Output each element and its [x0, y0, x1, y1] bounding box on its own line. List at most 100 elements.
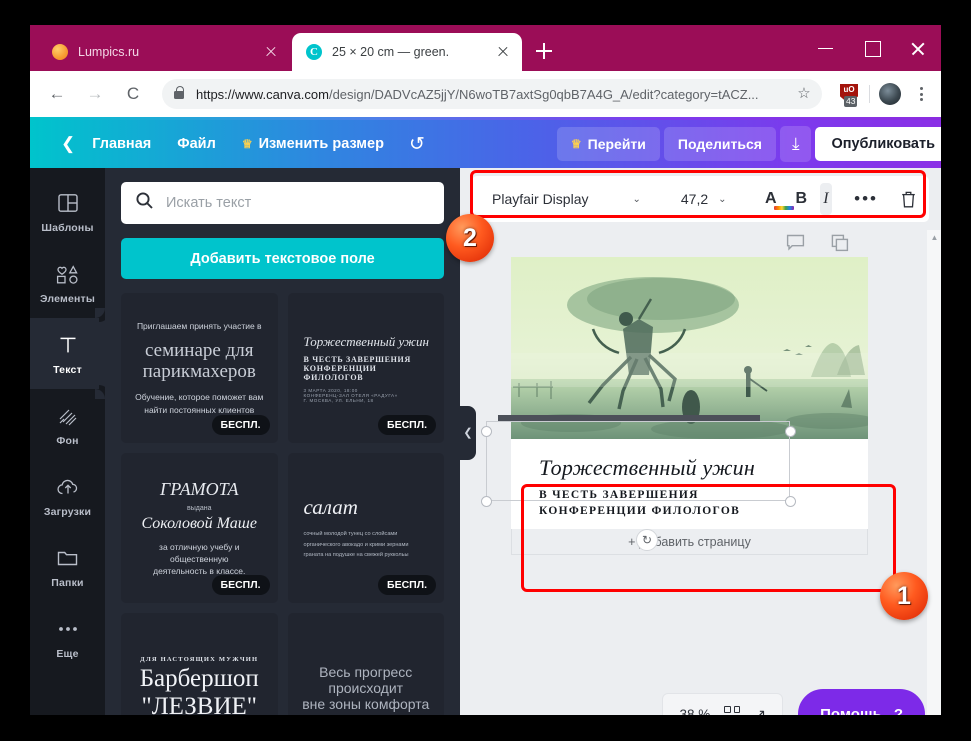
- text-template-card[interactable]: Приглашаем принять участие в семинаре дл…: [121, 293, 278, 443]
- menu-file[interactable]: Файл: [164, 129, 229, 159]
- sidebar-label: Папки: [51, 576, 84, 589]
- new-tab-button[interactable]: [530, 37, 558, 65]
- toolbar-divider: [869, 85, 870, 103]
- resize-handle-tl[interactable]: [481, 426, 492, 437]
- browser-toolbar: ← → C https://www.canva.com/design/DADVc…: [30, 71, 941, 117]
- rotate-handle-icon[interactable]: ↻: [636, 529, 658, 551]
- canva-top-bar: ❮ Главная Файл ♕ Изменить размер ↺ ♕ Пер…: [30, 120, 941, 168]
- text-template-card[interactable]: ГРАМОТА выдана Соколовой Маше за отличну…: [121, 453, 278, 603]
- minimize-icon[interactable]: [803, 25, 849, 71]
- sidebar-item-templates[interactable]: Шаблоны: [30, 176, 105, 247]
- text-template-card[interactable]: ДЛЯ НАСТОЯЩИХ МУЖЧИН Барбершоп "ЛЕЗВИЕ": [121, 613, 278, 715]
- free-badge: БЕСПЛ.: [378, 575, 436, 595]
- resize-handle-br[interactable]: [785, 496, 796, 507]
- browser-tab-lumpics[interactable]: Lumpics.ru: [38, 33, 290, 71]
- templates-icon: [57, 190, 79, 216]
- bold-button[interactable]: B: [795, 183, 808, 215]
- card-line: Обучение, которое поможет вам: [135, 392, 264, 403]
- sidebar-label: Элементы: [39, 292, 96, 305]
- crown-icon: ♕: [241, 137, 253, 151]
- forward-icon[interactable]: →: [80, 79, 110, 109]
- text-color-icon: A: [765, 190, 777, 207]
- chevron-down-icon: ⌄: [632, 193, 641, 205]
- window-controls: [803, 25, 941, 71]
- text-color-button[interactable]: A: [765, 183, 794, 215]
- undo-icon[interactable]: ↺: [397, 129, 437, 160]
- reload-icon[interactable]: C: [118, 79, 148, 109]
- annotation-badge-1: 1: [880, 572, 928, 620]
- zoom-percent-label[interactable]: 38 %: [679, 707, 710, 716]
- italic-button[interactable]: I: [819, 183, 833, 215]
- card-line: найти постоянных клиентов: [144, 404, 255, 415]
- sidebar-item-elements[interactable]: Элементы: [30, 247, 105, 318]
- search-input[interactable]: [166, 195, 430, 211]
- resize-handle-tr[interactable]: [785, 426, 796, 437]
- text-template-card[interactable]: салат сочный молодой тунец со слойсами о…: [287, 453, 444, 603]
- window-close-icon[interactable]: [895, 25, 941, 71]
- folders-icon: [56, 545, 79, 571]
- publish-button[interactable]: Опубликовать: [815, 127, 941, 161]
- card-line: В ЧЕСТЬ ЗАВЕРШЕНИЯ: [303, 354, 411, 364]
- text-selection-box[interactable]: [486, 421, 790, 501]
- back-chevron-icon[interactable]: ❮: [48, 127, 79, 161]
- grid-view-icon[interactable]: [724, 706, 741, 715]
- card-line: Приглашаем принять участие в: [136, 321, 262, 332]
- sidebar-item-uploads[interactable]: Загрузки: [30, 460, 105, 531]
- elements-icon: [55, 261, 81, 287]
- menu-resize[interactable]: ♕ Изменить размер: [229, 129, 397, 159]
- more-icon: [56, 616, 80, 642]
- bookmark-star-icon[interactable]: ☆: [792, 82, 816, 106]
- text-template-card[interactable]: Торжественный ужин В ЧЕСТЬ ЗАВЕРШЕНИЯ КО…: [287, 293, 444, 443]
- comment-icon[interactable]: [786, 234, 805, 257]
- add-page-button[interactable]: + Добавить страницу: [511, 529, 868, 555]
- search-text-box[interactable]: [121, 182, 444, 224]
- expand-icon[interactable]: ↗: [754, 706, 766, 716]
- delete-button[interactable]: [900, 183, 917, 215]
- profile-avatar[interactable]: [879, 83, 901, 105]
- url-origin: https://www.canva.com: [196, 86, 329, 102]
- ublock-extension-icon[interactable]: uO 43: [840, 84, 860, 107]
- address-bar[interactable]: https://www.canva.com/design/DADVcAZ5jjY…: [162, 79, 822, 109]
- card-line: сочный молодой тунец со слойсами: [303, 531, 398, 538]
- text-format-toolbar: Playfair Display ⌄ 47,2 ⌄ A B I •••: [472, 176, 929, 222]
- font-size-selector[interactable]: 47,2 ⌄: [673, 185, 735, 213]
- sidebar-item-folders[interactable]: Папки: [30, 531, 105, 602]
- text-template-card[interactable]: Весь прогресс происходит вне зоны комфор…: [287, 613, 444, 715]
- sidebar-item-background[interactable]: Фон: [30, 389, 105, 460]
- sidebar-item-more[interactable]: Еще: [30, 602, 105, 673]
- sidebar-label: Шаблоны: [41, 221, 94, 234]
- menu-home[interactable]: Главная: [79, 129, 164, 159]
- sidebar-label: Фон: [56, 434, 79, 447]
- free-badge: БЕСПЛ.: [378, 415, 436, 435]
- vertical-scrollbar[interactable]: ▲ ▼: [927, 230, 941, 715]
- card-line: ГРАМОТА: [159, 478, 239, 499]
- chrome-menu-icon[interactable]: [909, 82, 933, 106]
- panel-collapse-button[interactable]: ❮: [460, 406, 476, 460]
- help-button[interactable]: Помощь ?: [798, 689, 925, 715]
- card-line: Весь прогресс: [319, 664, 413, 680]
- chevron-down-icon: ⌄: [718, 193, 727, 205]
- url-path: /design/DADVcAZ5jjY/N6woTB7axtSg0qbB7A4G…: [328, 86, 759, 102]
- add-text-field-button[interactable]: Добавить текстовое поле: [121, 238, 444, 279]
- upgrade-button[interactable]: ♕ Перейти: [556, 127, 660, 161]
- close-icon[interactable]: [494, 43, 512, 61]
- font-family-selector[interactable]: Playfair Display ⌄: [484, 185, 649, 213]
- card-line: Барбершоп: [139, 665, 259, 692]
- tab-title: Lumpics.ru: [78, 45, 140, 59]
- back-icon[interactable]: ←: [42, 79, 72, 109]
- canva-top-left: ❮ Главная Файл ♕ Изменить размер ↺: [48, 127, 437, 161]
- page-subtitle-line-2: КОНФЕРЕНЦИИ ФИЛОЛОГОВ: [539, 504, 741, 517]
- sidebar-item-text[interactable]: Текст: [30, 308, 105, 399]
- duplicate-icon[interactable]: [831, 234, 849, 257]
- close-icon[interactable]: [262, 43, 280, 61]
- download-icon[interactable]: ⤓: [779, 126, 812, 162]
- scroll-up-icon[interactable]: ▲: [931, 233, 939, 242]
- browser-tab-canva[interactable]: C 25 × 20 cm — green.: [292, 33, 522, 71]
- text-template-grid: Приглашаем принять участие в семинаре дл…: [121, 293, 444, 715]
- resize-handle-bl[interactable]: [481, 496, 492, 507]
- more-options-button[interactable]: •••: [854, 183, 878, 215]
- share-button[interactable]: Поделиться: [663, 127, 776, 161]
- crown-icon: ♕: [570, 137, 582, 151]
- page-photo[interactable]: [511, 257, 868, 439]
- maximize-icon[interactable]: [849, 25, 895, 71]
